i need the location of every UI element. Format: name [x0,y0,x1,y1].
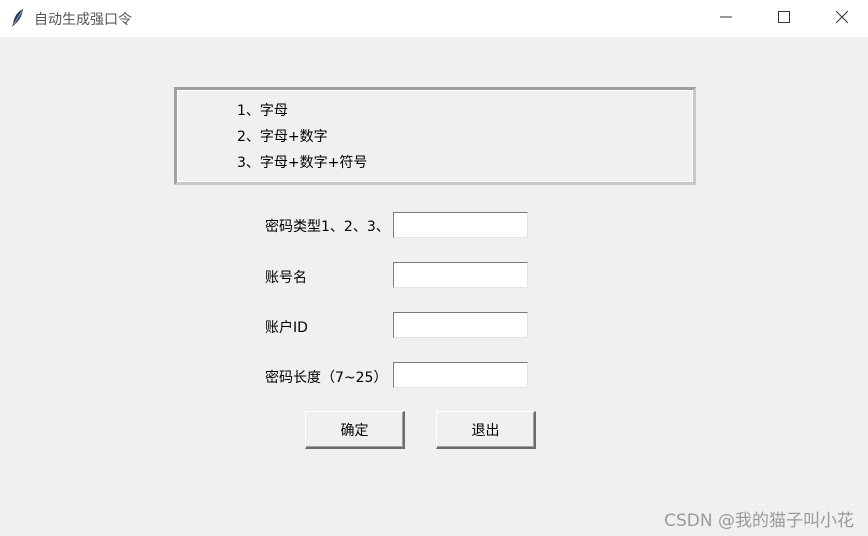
info-line-letters: 1、字母 [237,103,288,119]
confirm-button[interactable]: 确定 [305,411,405,449]
account-id-label: 账户ID [265,320,308,336]
password-type-label: 密码类型1、2、3、 [265,219,390,235]
csdn-watermark: CSDN @我的猫子叫小花 [664,511,854,531]
info-line-letters-digits-symbols: 3、字母+数字+符号 [237,155,368,171]
maximize-icon [778,10,790,27]
password-length-input[interactable] [393,362,528,388]
password-type-input[interactable] [393,212,528,238]
password-type-info-box: 1、字母 2、字母+数字 3、字母+数字+符号 [174,87,696,185]
close-icon [835,10,849,27]
account-name-input[interactable] [393,262,528,288]
minimize-button[interactable] [697,0,755,37]
info-line-letters-digits: 2、字母+数字 [237,129,328,145]
password-length-label: 密码长度（7~25） [265,370,388,386]
maximize-button[interactable] [755,0,813,37]
minimize-icon [720,11,732,27]
info-box-inner: 1、字母 2、字母+数字 3、字母+数字+符号 [177,90,693,182]
close-button[interactable] [813,0,868,37]
account-name-label: 账号名 [265,270,307,286]
quit-button[interactable]: 退出 [436,411,536,449]
title-bar: 自动生成强口令 [0,0,868,37]
window-title: 自动生成强口令 [34,12,132,28]
account-id-input[interactable] [393,312,528,338]
feather-icon [10,8,26,28]
